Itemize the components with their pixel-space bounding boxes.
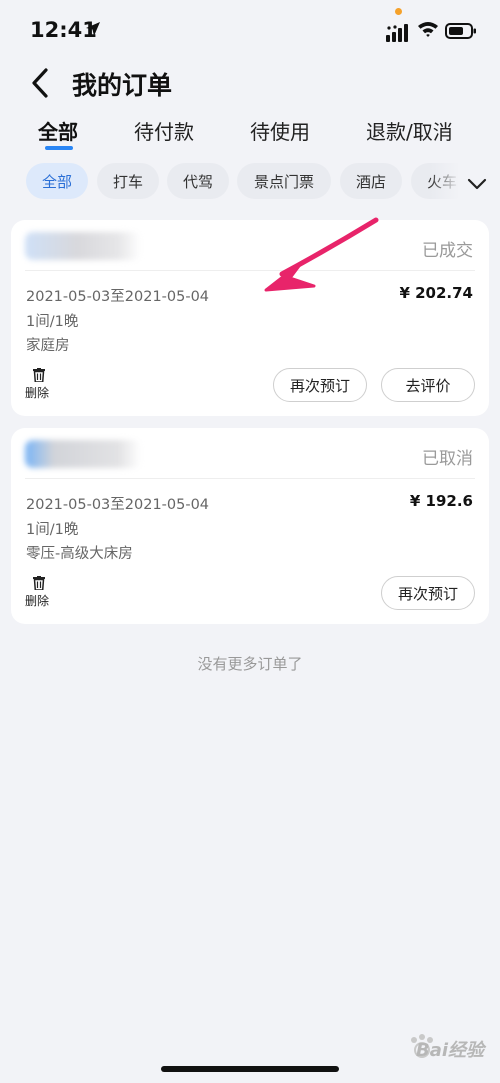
back-arrow-icon[interactable] (26, 66, 56, 100)
chevron-down-icon[interactable] (465, 174, 489, 194)
page-title: 我的订单 (72, 71, 173, 100)
rebook-button[interactable]: 再次预订 (273, 368, 367, 402)
order-status: 已取消 (422, 449, 473, 469)
tab-to-use[interactable]: 待使用 (250, 116, 310, 145)
delete-order-button[interactable]: 删除 (25, 574, 57, 610)
order-dates: 2021-05-03至2021-05-04 (26, 497, 210, 513)
order-room-type: 零压-高级大床房 (26, 546, 133, 562)
order-tabs: 全部 待付款 待使用 退款/取消 (0, 116, 500, 156)
filter-chip-taxi[interactable]: 打车 (97, 163, 159, 199)
blurred-shop-name (25, 440, 141, 468)
blurred-shop-name (25, 232, 141, 260)
rebook-button[interactable]: 再次预订 (381, 576, 475, 610)
annotation-arrow-icon (264, 217, 379, 292)
home-indicator[interactable] (161, 1066, 339, 1072)
header: 我的订单 (0, 58, 500, 108)
wifi-icon (418, 22, 438, 37)
tab-refund-cancel[interactable]: 退款/取消 (366, 116, 453, 145)
order-price: ¥ 192.6 (409, 492, 473, 510)
category-filter-bar: 全部 打车 代驾 景点门票 酒店 火车 (0, 163, 458, 201)
end-of-list-text: 没有更多订单了 (197, 655, 303, 673)
status-bar: 12:41 (0, 0, 500, 56)
delete-label: 删除 (25, 386, 50, 400)
privacy-indicator-dot (395, 8, 402, 15)
order-card[interactable]: 已取消 2021-05-03至2021-05-04 ¥ 192.6 1间/1晚 … (11, 428, 489, 624)
order-rooms: 1间/1晚 (26, 522, 79, 538)
chips-fade (430, 160, 460, 202)
tab-all[interactable]: 全部 (38, 116, 78, 145)
order-dates: 2021-05-03至2021-05-04 (26, 289, 210, 305)
filter-chip-driver[interactable]: 代驾 (167, 163, 229, 199)
trash-icon (33, 368, 45, 382)
filter-chip-tickets[interactable]: 景点门票 (237, 163, 331, 199)
order-room-type: 家庭房 (26, 338, 70, 354)
trash-icon (33, 576, 45, 590)
battery-icon (445, 23, 476, 39)
order-status: 已成交 (422, 241, 473, 261)
review-button[interactable]: 去评价 (381, 368, 475, 402)
filter-chip-hotel[interactable]: 酒店 (340, 163, 402, 199)
divider (25, 478, 475, 479)
delete-order-button[interactable]: 删除 (25, 366, 57, 402)
watermark-text: Bai经验 (416, 1040, 485, 1061)
signal-icon (386, 24, 408, 42)
location-arrow-icon (86, 22, 100, 36)
order-price: ¥ 202.74 (399, 284, 473, 302)
tab-pending-payment[interactable]: 待付款 (134, 116, 194, 145)
delete-label: 删除 (25, 594, 50, 608)
active-tab-indicator (45, 146, 73, 150)
order-rooms: 1间/1晚 (26, 314, 79, 330)
filter-chip-all[interactable]: 全部 (26, 163, 88, 199)
